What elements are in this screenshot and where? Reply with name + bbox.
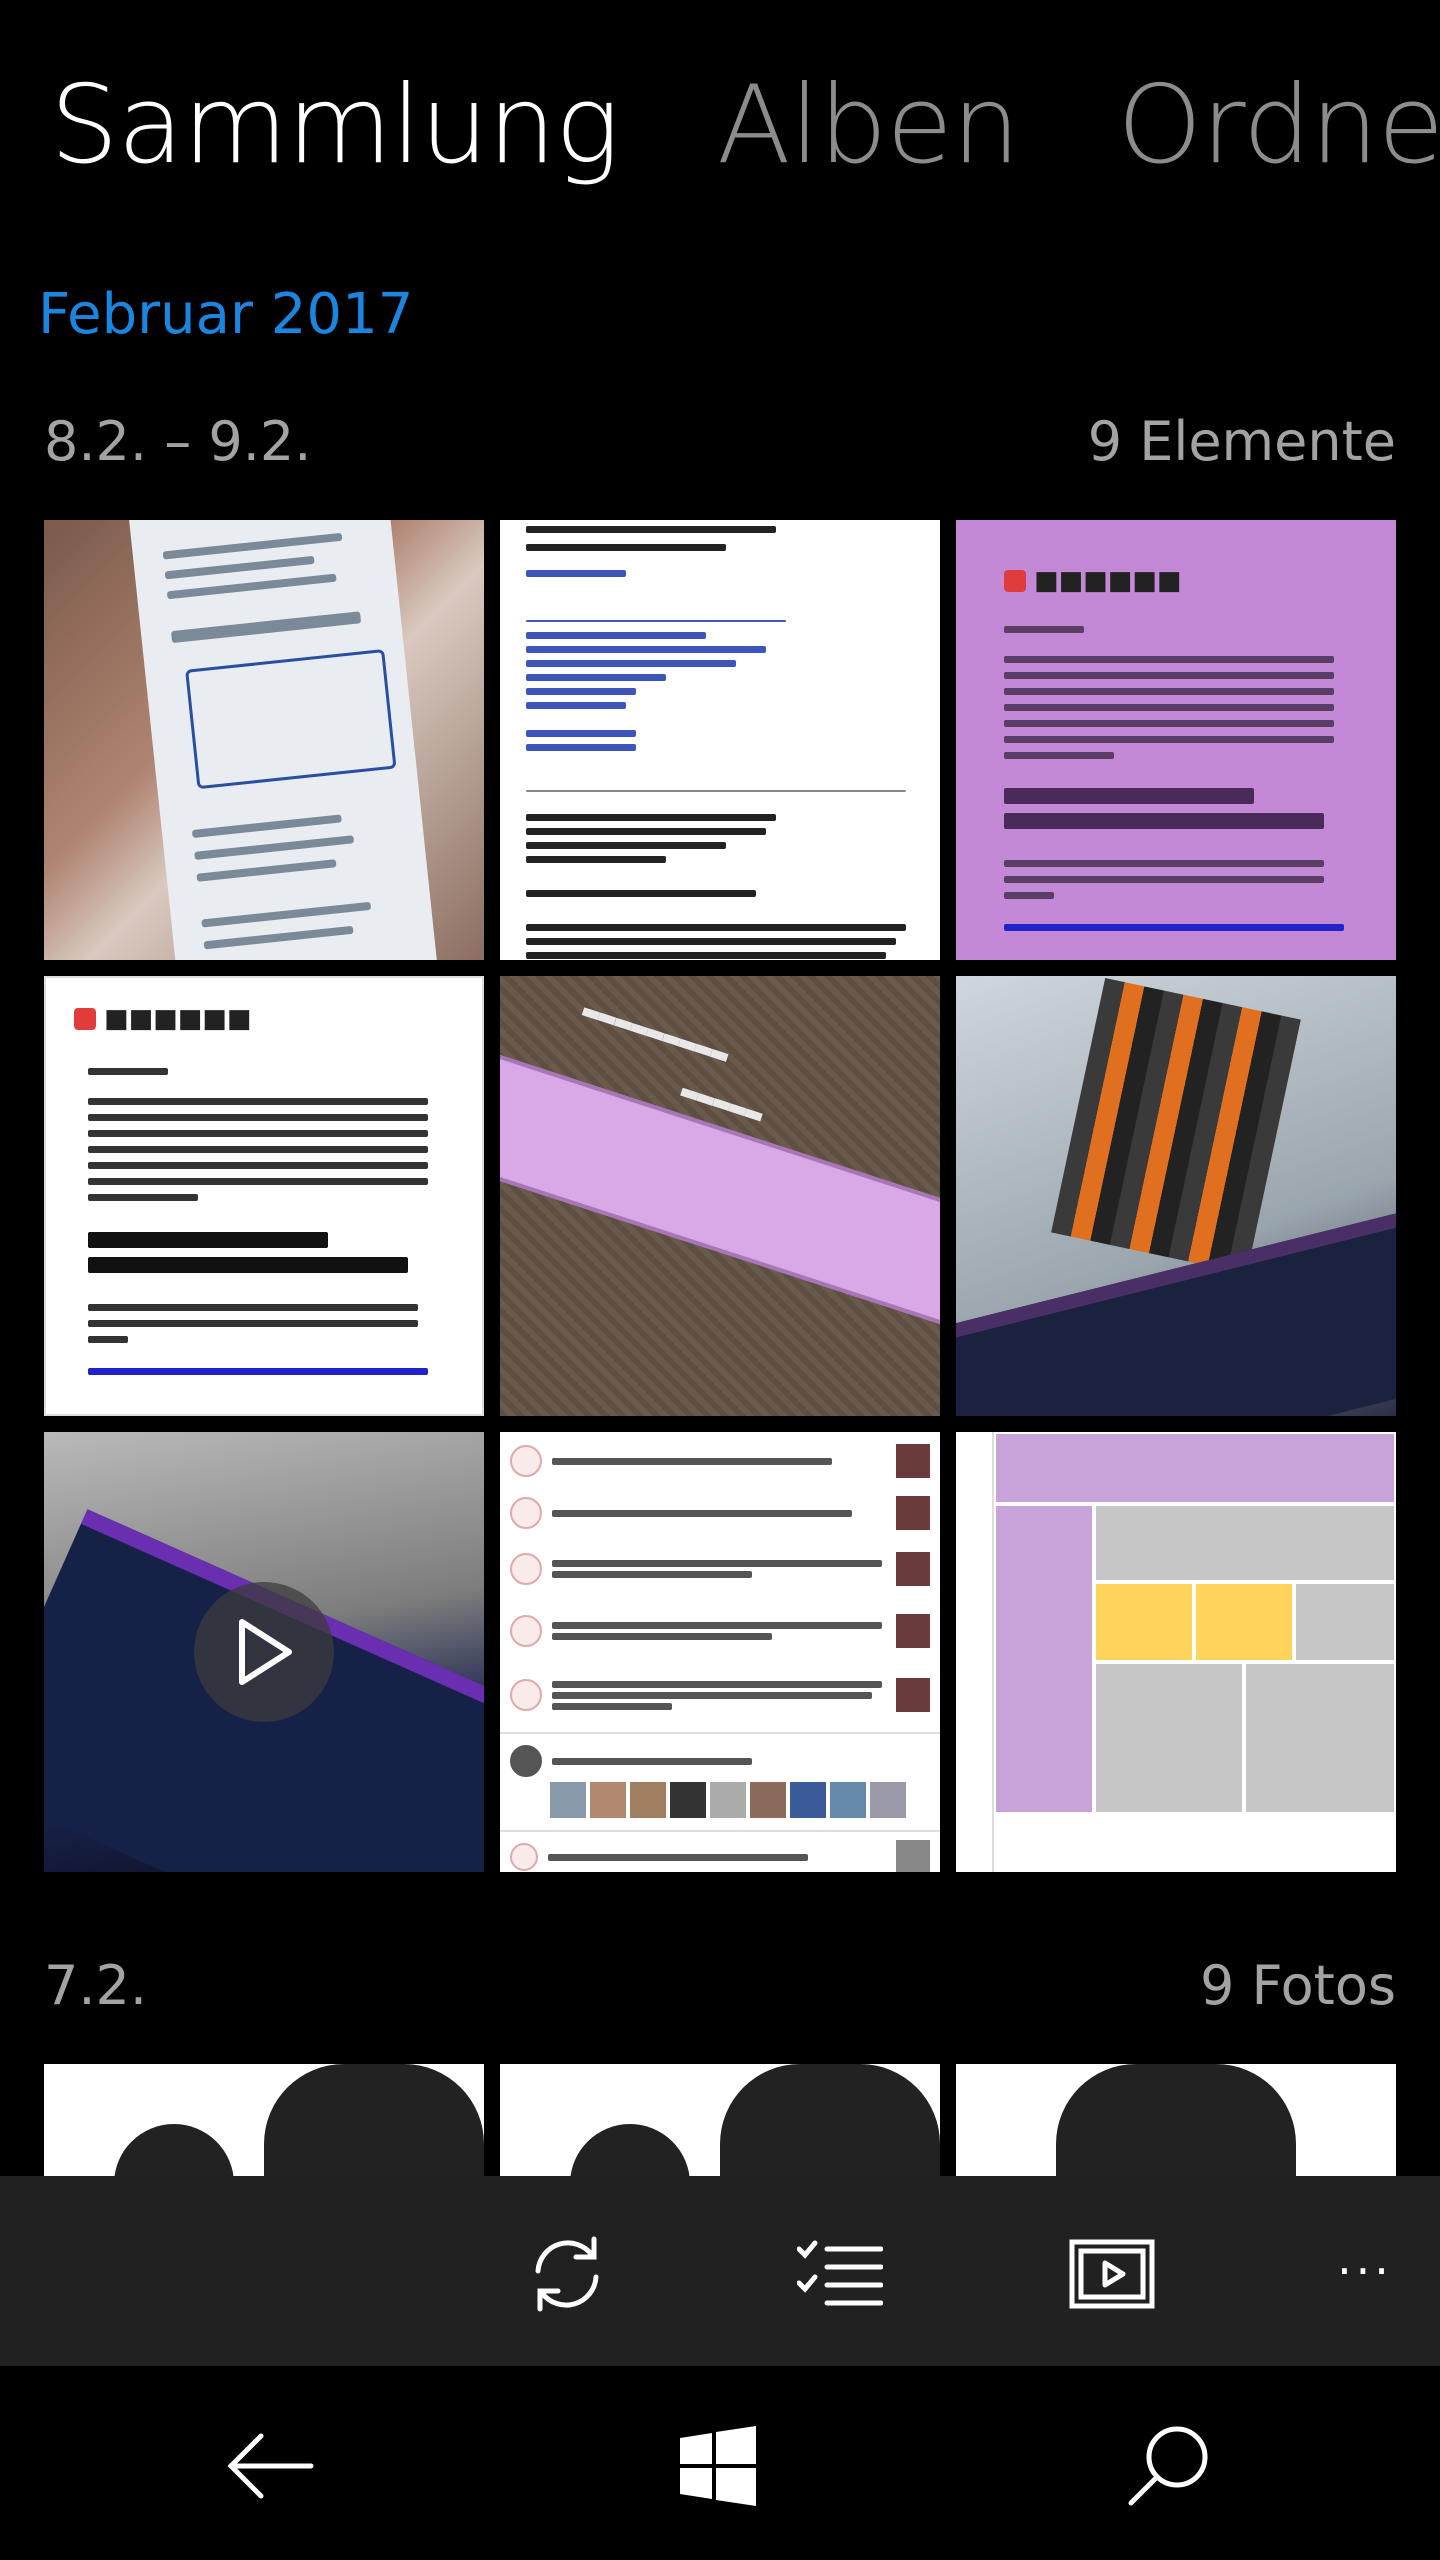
play-icon[interactable] (194, 1582, 334, 1722)
photo-tile-mojang-email-white[interactable]: ■■■■■■ (44, 976, 484, 1416)
photo-tile-email-screenshot[interactable] (500, 520, 940, 960)
photo-grid: ■■■■■■ ■■■■■■ ▬▬▬▬▬▬▬▬▬ ▬▬▬▬▬ (44, 520, 1396, 1872)
video-tile[interactable] (44, 1432, 484, 1872)
photo-tile-instagram-screenshot[interactable] (500, 1432, 940, 1872)
mojang-logo-icon: ■■■■■■ (1004, 566, 1372, 596)
group-header: 8.2. – 9.2. 9 Elemente (44, 410, 1396, 473)
group-date: 7.2. (44, 1954, 148, 2017)
group-header: 7.2. 9 Fotos (44, 1954, 1396, 2017)
photo-tile-appointment-card[interactable] (44, 520, 484, 960)
group-count: 9 Fotos (1199, 1954, 1396, 2017)
back-icon[interactable] (220, 2416, 320, 2516)
photo-tile-schedule-screenshot[interactable] (956, 1432, 1396, 1872)
tab-ordner[interactable]: Ordner (1117, 63, 1440, 188)
photo-tile-mojang-email-purple[interactable]: ■■■■■■ (956, 520, 1396, 960)
search-icon[interactable] (1118, 2416, 1218, 2516)
mojang-logo-icon: ■■■■■■ (74, 1004, 482, 1034)
photo-tile-minecraft-scene[interactable] (956, 976, 1396, 1416)
pivot-header: Sammlung Alben Ordner (50, 50, 1440, 200)
group-date: 8.2. – 9.2. (44, 410, 312, 473)
windows-start-icon[interactable] (668, 2416, 768, 2516)
navigation-bar (0, 2366, 1440, 2560)
more-icon[interactable]: ··· (1330, 2236, 1400, 2306)
group-count: 9 Elemente (1087, 410, 1396, 473)
photo-content: ■■■■■■ (980, 544, 1372, 960)
photo-tile-minecraft-error[interactable]: ▬▬▬▬▬▬▬▬▬ ▬▬▬▬▬ (500, 976, 940, 1416)
sync-icon[interactable] (519, 2226, 615, 2322)
photo-content (1051, 978, 1301, 1274)
tab-sammlung[interactable]: Sammlung (50, 63, 620, 188)
tab-alben[interactable]: Alben (717, 63, 1020, 188)
month-heading[interactable]: Februar 2017 (38, 282, 413, 347)
slideshow-icon[interactable] (1064, 2226, 1160, 2322)
photo-content (128, 520, 440, 960)
app-bar: ··· (0, 2176, 1440, 2366)
select-icon[interactable] (792, 2226, 888, 2322)
